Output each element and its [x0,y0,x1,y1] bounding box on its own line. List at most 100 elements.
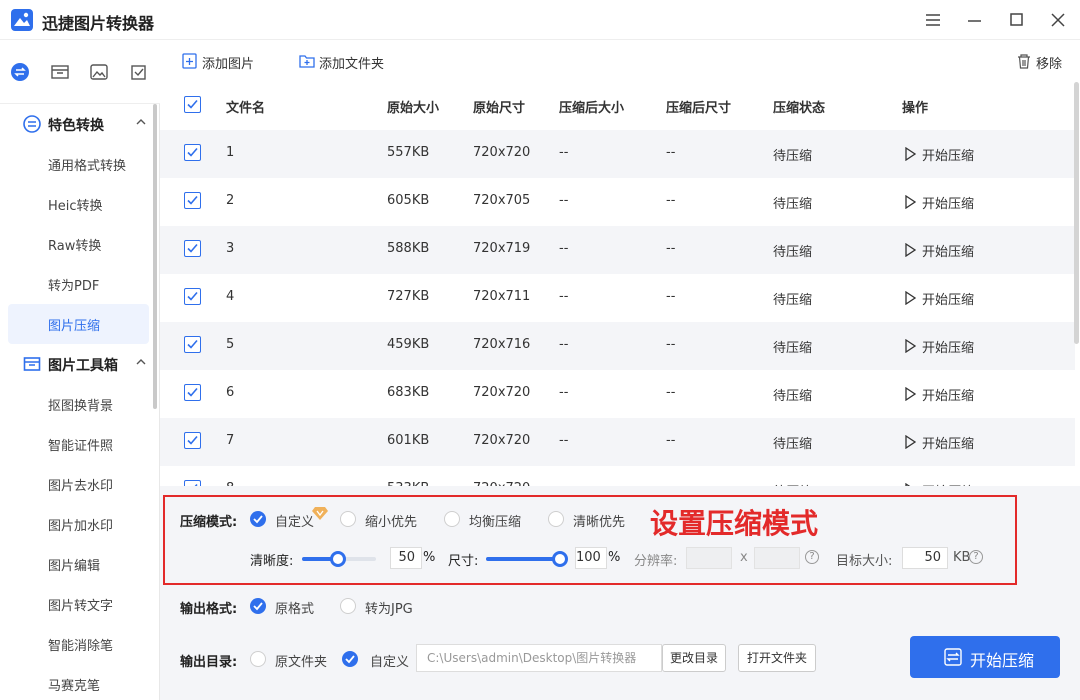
play-icon [905,339,916,353]
row-checkbox[interactable] [184,240,201,257]
check-icon [345,655,355,664]
sidebar-item-heic[interactable]: Heic转换 [8,184,149,224]
play-icon [905,243,916,257]
select-all-checkbox[interactable] [184,96,201,113]
col-status: 压缩状态 [773,101,826,116]
open-folder-button[interactable]: 打开文件夹 [738,644,816,672]
target-size-help-icon[interactable]: ? [969,550,983,564]
toolbox-icon[interactable] [50,62,70,82]
table-scrollbar[interactable] [1074,82,1079,344]
cell-filename: 1 [226,145,235,160]
row-checkbox[interactable] [184,432,201,449]
table-row[interactable]: 5 459KB 720x716 -- -- 待压缩 开始压缩 [160,322,1075,370]
cell-filename: 4 [226,289,235,304]
resolution-width-input[interactable] [686,547,732,569]
change-dir-button[interactable]: 更改目录 [662,644,726,672]
check-icon [187,435,198,445]
cell-filename: 2 [226,193,235,208]
output-path-field[interactable]: C:\Users\admin\Desktop\图片转换器 [416,644,662,672]
compress-icon [944,648,962,666]
edit-doc-icon[interactable] [129,62,149,82]
check-icon [187,291,198,301]
sidebar-item-remove-watermark[interactable]: 图片去水印 [8,464,149,504]
row-checkbox[interactable] [184,192,201,209]
play-icon [905,435,916,449]
resolution-label: 分辨率: [634,554,678,569]
close-icon[interactable] [1045,8,1071,32]
table-header: 文件名 原始大小 原始尺寸 压缩后大小 压缩后尺寸 压缩状态 操作 [160,82,1075,130]
sidebar-item-add-watermark[interactable]: 图片加水印 [8,504,149,544]
mode-custom-radio[interactable] [250,511,266,527]
sidebar-item-id-photo[interactable]: 智能证件照 [8,424,149,464]
size-slider-knob[interactable] [552,551,568,567]
table-row[interactable]: 2 605KB 720x705 -- -- 待压缩 开始压缩 [160,178,1075,226]
mode-balanced-radio[interactable] [444,511,460,527]
sidebar-group-feature-convert[interactable]: 特色转换 [0,104,156,144]
cell-compressed-size: -- [559,193,569,208]
sidebar-item-smart-eraser[interactable]: 智能消除笔 [8,624,149,664]
row-checkbox[interactable] [184,144,201,161]
sidebar-scrollbar[interactable] [153,104,157,409]
sidebar-item-raw[interactable]: Raw转换 [8,224,149,264]
cell-original-size: 601KB [387,433,430,448]
format-original-radio[interactable] [250,598,266,614]
convert-icon [23,115,41,133]
resolution-height-input[interactable] [754,547,800,569]
annotation-box [163,495,1017,585]
clarity-label: 清晰度: [250,554,294,569]
format-jpg-label: 转为JPG [365,602,413,617]
table-row[interactable]: 8533KB720x720----待压缩开始压缩 [160,466,1075,486]
clarity-input[interactable]: 50 [390,547,422,569]
size-slider-fill [486,557,562,561]
add-image-button[interactable]: 添加图片 [182,52,262,72]
table-row[interactable]: 1 557KB 720x720 -- -- 待压缩 开始压缩 [160,130,1075,178]
clarity-slider[interactable] [302,551,376,567]
clarity-slider-knob[interactable] [330,551,346,567]
sidebar-item-to-pdf[interactable]: 转为PDF [8,264,149,304]
cell-compressed-dims: -- [666,433,676,448]
table-row[interactable]: 7 601KB 720x720 -- -- 待压缩 开始压缩 [160,418,1075,466]
dir-original-radio[interactable] [250,651,266,667]
cell-compressed-dims: -- [666,385,676,400]
sidebar-item-image-edit[interactable]: 图片编辑 [8,544,149,584]
sidebar-item-cutout[interactable]: 抠图换背景 [8,384,149,424]
remove-button[interactable]: 移除 [1016,52,1066,72]
mode-clarity-first-radio[interactable] [548,511,564,527]
sidebar-item-compress[interactable]: 图片压缩 [8,304,149,344]
play-icon [905,195,916,209]
resolution-help-icon[interactable]: ? [805,550,819,564]
table-row[interactable]: 3 588KB 720x719 -- -- 待压缩 开始压缩 [160,226,1075,274]
maximize-icon[interactable] [1004,8,1030,32]
table-row[interactable]: 4 727KB 720x711 -- -- 待压缩 开始压缩 [160,274,1075,322]
convert-icon[interactable] [10,62,30,82]
start-compress-button[interactable]: 开始压缩 [910,636,1060,678]
app-title: 迅捷图片转换器 [42,14,155,33]
check-icon [187,147,198,157]
sidebar-item-image-to-text[interactable]: 图片转文字 [8,584,149,624]
cell-original-size: 557KB [387,145,430,160]
row-checkbox[interactable] [184,288,201,305]
row-checkbox[interactable] [184,384,201,401]
add-folder-button[interactable]: 添加文件夹 [299,52,394,72]
sidebar: 特色转换 通用格式转换 Heic转换 Raw转换 转为PDF 图片压缩 图片工具… [0,104,160,700]
cell-original-dims: 720x720 [473,433,531,448]
size-input[interactable]: 100 [575,547,607,569]
target-size-input[interactable]: 50 [902,547,948,569]
cell-original-size: 459KB [387,337,430,352]
format-jpg-radio[interactable] [340,598,356,614]
cell-original-dims: 720x719 [473,241,531,256]
table-row[interactable]: 6 683KB 720x720 -- -- 待压缩 开始压缩 [160,370,1075,418]
sidebar-group-toolbox[interactable]: 图片工具箱 [0,344,156,384]
sidebar-item-mosaic[interactable]: 马赛克笔 [8,664,149,700]
sidebar-item-general-convert[interactable]: 通用格式转换 [8,144,149,184]
check-icon [187,243,198,253]
minimize-icon[interactable] [962,8,988,32]
menu-icon[interactable] [920,8,946,32]
size-slider[interactable] [486,551,568,567]
dir-custom-radio[interactable] [342,651,358,667]
row-checkbox[interactable] [184,336,201,353]
output-format-label: 输出格式: [180,602,238,617]
output-dir-label: 输出目录: [180,655,238,670]
image-icon[interactable] [89,62,109,82]
mode-small-first-radio[interactable] [340,511,356,527]
